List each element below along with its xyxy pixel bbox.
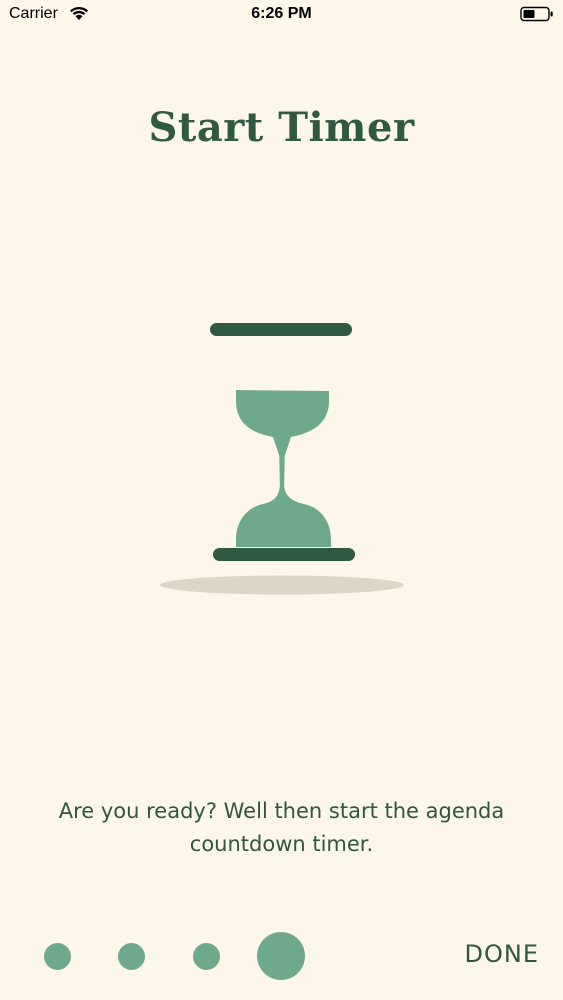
page-dot-1[interactable] [44, 943, 71, 970]
hourglass-bottom-bar [213, 548, 355, 561]
description-line-2: countdown timer. [189, 832, 374, 856]
hourglass-icon [160, 323, 404, 595]
hourglass-top-bar [210, 323, 352, 336]
page-dot-2[interactable] [118, 943, 145, 970]
done-button[interactable]: DONE [465, 940, 540, 968]
page-dot-4-current[interactable] [257, 932, 305, 980]
description-line-1: Are you ready? Well then start the agend… [58, 799, 505, 823]
battery-icon [520, 6, 553, 22]
page-dot-3[interactable] [193, 943, 220, 970]
clock-time: 6:26 PM [251, 5, 312, 22]
status-bar: Carrier 6:26 PM [0, 0, 563, 30]
page-indicator [0, 925, 360, 985]
page-title: Start Timer [148, 104, 415, 151]
hourglass-shadow [160, 575, 404, 595]
hourglass-lower-bulb [236, 485, 331, 547]
description-text: Are you ready? Well then start the agend… [0, 795, 563, 861]
